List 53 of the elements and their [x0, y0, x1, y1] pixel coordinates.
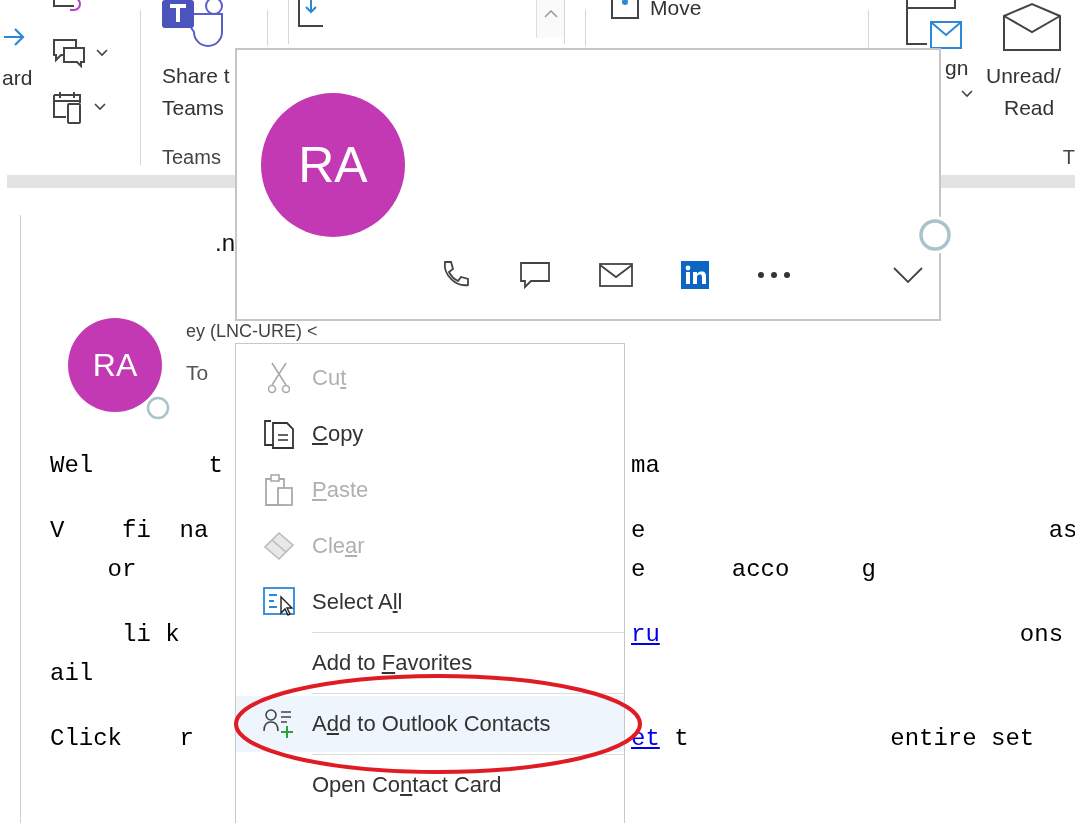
sender-name[interactable]: ey (LNC-URE) < — [186, 322, 318, 341]
body-text: ail — [50, 660, 94, 687]
group-label: T — [1062, 146, 1075, 169]
body-text: ma — [631, 452, 660, 479]
scroll-up-icon[interactable] — [543, 10, 558, 18]
group-label: Teams — [162, 146, 221, 169]
body-text: Click r — [50, 725, 195, 752]
body-text: t entire set — [673, 725, 1035, 752]
menu-item[interactable]: Copy — [236, 406, 624, 462]
body-text: Wel t — [50, 452, 223, 479]
body-link[interactable]: ru — [631, 621, 660, 648]
copy-icon — [263, 419, 295, 449]
menu-item[interactable]: Add to Outlook Contacts — [236, 696, 624, 752]
caret-icon[interactable] — [96, 49, 108, 57]
envelope-icon[interactable] — [1002, 2, 1062, 52]
share-label[interactable]: Teams — [162, 92, 224, 124]
menu-item[interactable]: Open Contact Card — [236, 757, 624, 813]
unread-read-label[interactable]: Read — [1004, 92, 1055, 124]
move-icon[interactable] — [610, 0, 640, 20]
chat-icon[interactable] — [519, 260, 551, 290]
menu-item[interactable]: Add to Favorites — [236, 635, 624, 691]
forward-label[interactable]: ard — [2, 62, 33, 94]
add-contact-icon — [263, 709, 295, 739]
chevron-down-icon[interactable] — [893, 267, 923, 283]
mail-icon[interactable] — [599, 263, 633, 287]
to-label: To — [186, 361, 209, 385]
more-icon[interactable] — [757, 271, 791, 279]
move-button[interactable]: Move — [650, 0, 702, 24]
menu-item[interactable]: Select All — [236, 574, 624, 630]
body-text: li k — [121, 621, 180, 648]
unread-read-label[interactable]: Unread/ — [986, 60, 1061, 92]
assign-policy-icon[interactable] — [905, 0, 963, 50]
body-text: e acco g — [631, 556, 876, 583]
gallery-scrollbar[interactable] — [536, 0, 564, 38]
calendar-phone-icon[interactable] — [52, 90, 84, 124]
share-label[interactable]: Share t — [162, 60, 230, 92]
body-text: or — [106, 556, 137, 583]
eraser-icon — [263, 531, 295, 561]
message-subject: .n — [215, 229, 235, 256]
select-all-icon — [263, 587, 295, 617]
assign-policy-label[interactable]: gn — [945, 52, 969, 84]
body-text: V fi na — [50, 517, 209, 544]
caret-icon[interactable] — [961, 90, 973, 98]
linkedin-icon[interactable] — [681, 261, 709, 289]
caret-icon[interactable] — [94, 103, 106, 111]
sender-avatar[interactable]: RA — [68, 318, 162, 412]
move-to-folder-icon[interactable] — [297, 0, 325, 28]
body-text: e as — [631, 517, 1075, 544]
contact-avatar[interactable]: RA — [261, 93, 405, 237]
scissors-icon — [268, 362, 290, 394]
body-text: ons — [1018, 621, 1064, 648]
chat-icon[interactable] — [52, 38, 86, 68]
clipboard-icon — [264, 474, 294, 506]
